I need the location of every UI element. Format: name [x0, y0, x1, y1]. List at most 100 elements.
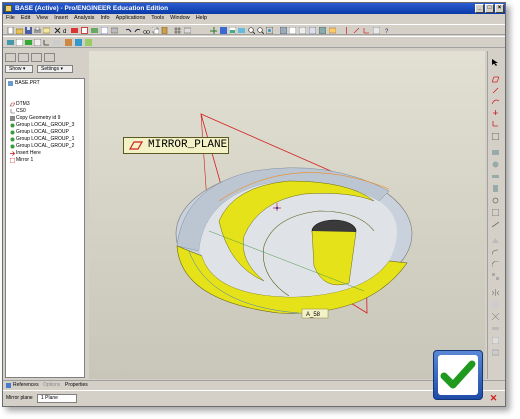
csys-tool-icon[interactable]	[492, 120, 499, 127]
close-window-button[interactable]: ×	[495, 4, 504, 13]
datum-curve-tool-icon[interactable]	[492, 98, 499, 105]
thicken-tool-icon[interactable]	[492, 349, 499, 356]
graphics-window[interactable]: A_58 MIRROR_PLANE	[89, 51, 485, 379]
menu-file[interactable]: File	[3, 14, 18, 23]
sketch-tool-icon[interactable]	[16, 39, 23, 46]
datum-axis-tool-icon[interactable]	[492, 87, 499, 94]
select-arrow-icon[interactable]	[492, 59, 499, 66]
menu-insert[interactable]: Insert	[51, 14, 71, 23]
tree-item-group-3[interactable]: Group LOCAL_GROUP_3	[16, 122, 74, 129]
parameters-icon[interactable]	[91, 27, 98, 34]
no-hidden-icon[interactable]	[299, 27, 306, 34]
help-context-icon[interactable]: ?	[385, 27, 392, 34]
open-folder-icon[interactable]	[16, 27, 23, 34]
datum-point-tool-icon[interactable]	[492, 109, 499, 116]
show-dropdown[interactable]: Show ▾	[5, 65, 33, 73]
tab-model-tree[interactable]	[5, 53, 16, 62]
datum-plane-tool-icon[interactable]	[492, 76, 499, 83]
repaint-icon[interactable]	[238, 27, 245, 34]
layer-icon[interactable]	[111, 27, 118, 34]
undo-icon[interactable]	[125, 27, 132, 34]
tab-connections[interactable]	[44, 53, 55, 62]
new-file-icon[interactable]	[7, 27, 14, 34]
family-table-icon[interactable]	[101, 27, 108, 34]
menu-view[interactable]: View	[33, 14, 51, 23]
trim-tool-icon[interactable]	[492, 313, 499, 320]
mirror-tool-icon[interactable]	[492, 289, 499, 296]
datum-axes-icon[interactable]	[343, 27, 350, 34]
sweep-tool-icon[interactable]	[85, 39, 92, 46]
round-tool-icon[interactable]	[492, 249, 499, 256]
offset-tool-icon[interactable]	[492, 337, 499, 344]
regenerate-icon[interactable]	[54, 27, 61, 34]
zoom-in-icon[interactable]	[248, 27, 255, 34]
tab-folder-browser[interactable]	[18, 53, 29, 62]
zoom-out-icon[interactable]	[257, 27, 264, 34]
apply-check-button[interactable]	[433, 350, 483, 400]
tree-item-dtm3[interactable]: DTM3	[16, 101, 30, 108]
tab-favorites[interactable]	[31, 53, 42, 62]
email-icon[interactable]	[43, 27, 50, 34]
tree-item-mirror-1[interactable]: Mirror 1	[16, 157, 33, 164]
print-icon[interactable]	[34, 27, 41, 34]
minimize-button[interactable]: _	[475, 4, 484, 13]
tree-item-cs0[interactable]: CS0	[16, 108, 26, 115]
revolve-tool-icon[interactable]	[75, 39, 82, 46]
save-icon[interactable]	[25, 27, 32, 34]
mirror-plane-callout[interactable]: MIRROR_PLANE	[123, 137, 229, 154]
maximize-button[interactable]: □	[485, 4, 494, 13]
tab-options[interactable]: Options	[43, 382, 60, 389]
wireframe-icon[interactable]	[309, 27, 316, 34]
axis-tool-icon[interactable]	[25, 39, 32, 46]
tree-item-base-prt[interactable]: BASE.PRT	[15, 80, 40, 87]
hidden-line-icon[interactable]	[289, 27, 296, 34]
tree-item-insert-here[interactable]: Insert Here	[16, 150, 41, 157]
cancel-x-icon[interactable]: ✕	[489, 394, 498, 403]
menu-window[interactable]: Window	[167, 14, 193, 23]
redo-icon[interactable]	[134, 27, 141, 34]
merge-tool-icon[interactable]	[492, 301, 499, 308]
hole-tool-icon[interactable]	[492, 197, 499, 204]
pattern-tool-icon[interactable]	[492, 273, 499, 280]
menu-info[interactable]: Info	[97, 14, 112, 23]
annotation-icon[interactable]	[373, 27, 380, 34]
relations-icon[interactable]	[81, 27, 88, 34]
shell-tool-icon[interactable]	[492, 209, 499, 216]
datum-plane-tool-icon[interactable]	[7, 39, 14, 46]
extrude-tool-icon[interactable]	[65, 39, 72, 46]
tree-item-copy-geometry[interactable]: Copy Geometry id 9	[16, 115, 60, 122]
tree-item-group[interactable]: Group LOCAL_GROUP	[16, 129, 69, 136]
shading-icon[interactable]	[280, 27, 287, 34]
tree-item-group-1[interactable]: Group LOCAL_GROUP_1	[16, 136, 74, 143]
tree-item-group-2[interactable]: Group LOCAL_GROUP_2	[16, 143, 74, 150]
menu-help[interactable]: Help	[193, 14, 210, 23]
sweep-tool-icon[interactable]	[492, 173, 499, 180]
tab-references[interactable]: References	[13, 382, 39, 389]
orient-icon[interactable]	[220, 27, 227, 34]
settings-dropdown[interactable]: Settings ▾	[37, 65, 73, 73]
datum-points-icon[interactable]	[353, 27, 360, 34]
datum-planes-icon[interactable]	[329, 27, 336, 34]
dimension-icon[interactable]: d	[63, 27, 70, 34]
menu-applications[interactable]: Applications	[113, 14, 149, 23]
menu-edit[interactable]: Edit	[18, 14, 33, 23]
sketch-tool-icon[interactable]	[492, 133, 499, 140]
spin-center-icon[interactable]	[210, 27, 217, 34]
menu-tools[interactable]: Tools	[148, 14, 167, 23]
csys-icon[interactable]	[363, 27, 370, 34]
draft-tool-icon[interactable]	[492, 237, 499, 244]
analysis-tool-icon[interactable]	[53, 39, 60, 46]
extend-tool-icon[interactable]	[492, 325, 499, 332]
chamfer-tool-icon[interactable]	[492, 261, 499, 268]
revolve-tool-icon[interactable]	[492, 161, 499, 168]
mirror-plane-collector[interactable]: 1 Plane	[37, 394, 77, 403]
csys-tool-icon[interactable]	[43, 39, 50, 46]
menu-analysis[interactable]: Analysis	[71, 14, 97, 23]
grid-icon[interactable]	[174, 27, 181, 34]
paste-icon[interactable]	[161, 27, 168, 34]
saved-views-icon[interactable]	[229, 27, 236, 34]
tab-properties[interactable]: Properties	[65, 382, 88, 389]
blend-tool-icon[interactable]	[492, 185, 499, 192]
refit-icon[interactable]	[266, 27, 273, 34]
cut-icon[interactable]	[143, 27, 150, 34]
